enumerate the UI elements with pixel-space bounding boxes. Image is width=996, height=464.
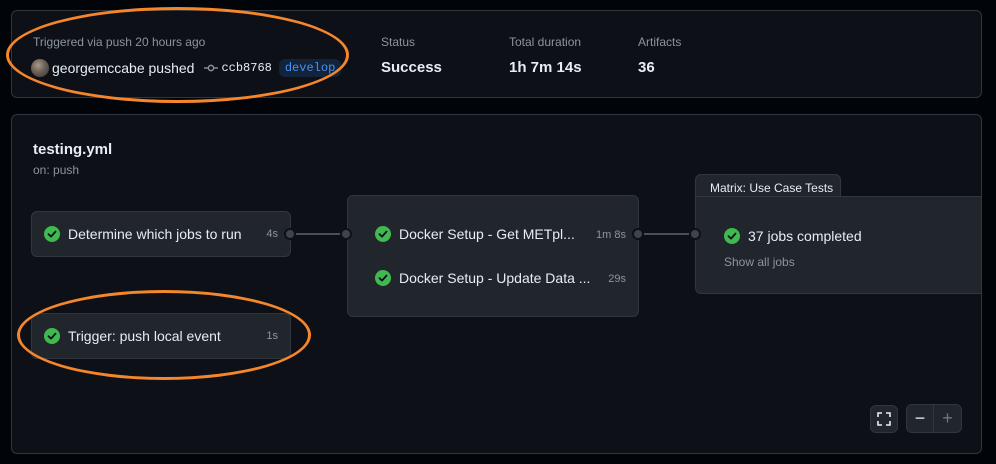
duration-value: 1h 7m 14s [509, 59, 582, 76]
job-determine[interactable]: Determine which jobs to run 4s [31, 211, 291, 257]
connector-dot [632, 228, 644, 240]
job-group-docker: Docker Setup - Get METpl... 1m 8s Docker… [347, 195, 639, 317]
show-all-jobs-link[interactable]: Show all jobs [724, 255, 795, 269]
matrix-summary: 37 jobs completed [748, 228, 862, 244]
commit-icon [204, 64, 219, 72]
zoom-in-button[interactable]: + [934, 405, 961, 432]
connector-line [638, 233, 696, 235]
job-row: Determine which jobs to run [44, 226, 302, 242]
workflow-file[interactable]: testing.yml [33, 141, 112, 158]
job-trigger[interactable]: Trigger: push local event 1s [31, 313, 291, 359]
workflow-graph: testing.yml on: push Determine which job… [11, 114, 982, 454]
matrix-title[interactable]: Matrix: Use Case Tests [695, 174, 841, 198]
artifacts-stat: Artifacts 36 [638, 35, 681, 76]
run-summary: Triggered via push 20 hours ago georgemc… [11, 10, 982, 98]
check-circle-icon [724, 228, 740, 244]
branch-badge[interactable]: develop [278, 59, 342, 77]
job-docker-get[interactable]: Docker Setup - Get METpl... [375, 226, 625, 242]
check-circle-icon [375, 226, 391, 242]
commit-sha[interactable]: ccb8768 [221, 61, 271, 75]
zoom-out-button[interactable]: − [907, 405, 934, 432]
connector-dot [689, 228, 701, 240]
pusher-info: georgemccabe pushed ccb8768 develop [31, 58, 342, 78]
job-duration: 29s [608, 273, 626, 285]
status-value: Success [381, 59, 442, 76]
job-docker-update[interactable]: Docker Setup - Update Data ... [375, 270, 625, 286]
duration-stat: Total duration 1h 7m 14s [509, 35, 582, 76]
check-circle-icon [44, 328, 60, 344]
job-name: Determine which jobs to run [68, 226, 242, 242]
connector-dot [340, 228, 352, 240]
matrix-group[interactable]: 37 jobs completed Show all jobs [695, 196, 981, 294]
pusher-name[interactable]: georgemccabe pushed [52, 60, 194, 76]
job-row: Trigger: push local event [44, 328, 302, 344]
job-duration: 1s [266, 330, 278, 342]
connector-dot [284, 228, 296, 240]
matrix-summary-row: 37 jobs completed [724, 228, 981, 244]
check-circle-icon [375, 270, 391, 286]
job-name: Docker Setup - Get METpl... [399, 226, 575, 242]
check-circle-icon [44, 226, 60, 242]
artifacts-label: Artifacts [638, 35, 682, 49]
job-duration: 4s [266, 228, 278, 240]
status-label: Status [381, 35, 416, 49]
status-stat: Status Success [381, 35, 442, 76]
workflow-trigger: on: push [33, 163, 80, 177]
fullscreen-icon [877, 412, 891, 426]
zoom-controls: − + [906, 404, 962, 433]
job-duration: 1m 8s [596, 229, 626, 241]
job-name: Docker Setup - Update Data ... [399, 270, 591, 286]
fullscreen-button[interactable] [870, 405, 898, 433]
avatar[interactable] [31, 59, 49, 77]
trigger-text: Triggered via push 20 hours ago [33, 35, 206, 49]
artifacts-value[interactable]: 36 [638, 59, 681, 76]
duration-label: Total duration [509, 35, 582, 49]
job-name: Trigger: push local event [68, 328, 221, 344]
